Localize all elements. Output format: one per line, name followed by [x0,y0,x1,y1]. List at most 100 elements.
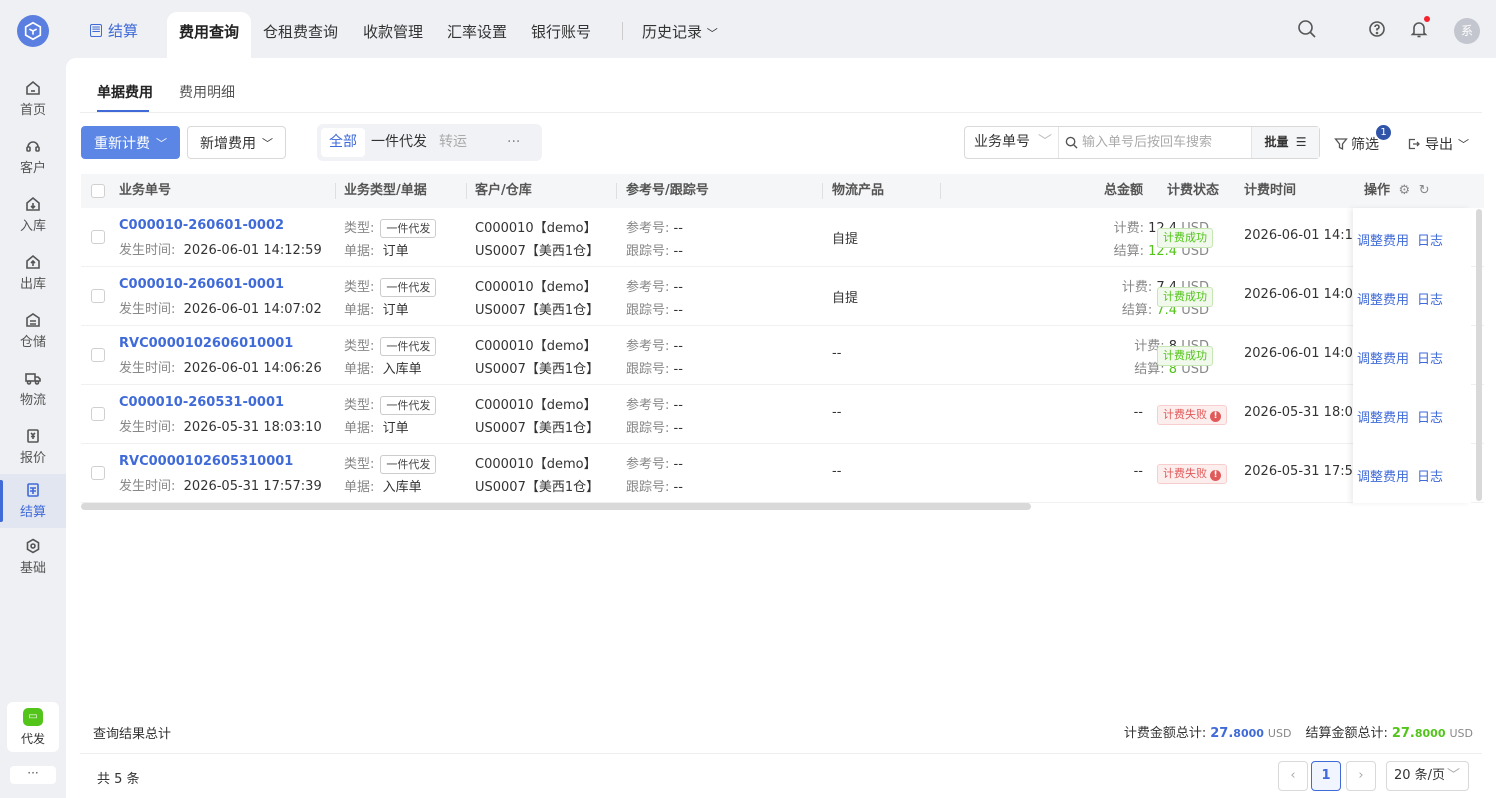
rail-item-outbound[interactable]: 出库 [0,246,66,300]
status-badge: 计费失败! [1157,464,1227,484]
rail-item-quote[interactable]: 报价 [0,420,66,474]
page-number-button[interactable]: 1 [1311,761,1341,791]
adjust-fee-link[interactable]: 调整费用 [1357,348,1409,367]
subtab-document-fees[interactable]: 单据费用 [97,82,153,102]
adjust-fee-link[interactable]: 调整费用 [1357,466,1409,485]
chevron-down-icon: ﹀ [262,136,273,150]
tab-fee-query[interactable]: 费用查询 [167,12,252,58]
tab-payment-management[interactable]: 收款管理 [363,12,423,58]
segment-dropship[interactable]: 一件代发 [363,128,435,157]
next-page-button[interactable]: › [1346,761,1376,791]
warehouse: US0007【美西1仓】 [475,480,600,495]
rail-item-home[interactable]: 首页 [0,72,66,126]
settle-total-value: 27.8000 [1391,726,1446,741]
rail-item-base[interactable]: 基础 [0,530,66,584]
fee-total-value: 27.8000 [1210,726,1264,741]
column-settings-icon[interactable]: ⚙ [1399,183,1411,198]
chevron-down-icon: ﹀ [156,136,167,150]
segment-transfer[interactable]: 转运 [431,128,475,157]
column-divider [822,183,823,199]
row-checkbox[interactable] [91,230,105,244]
document-type: 单据: 订单 [344,244,409,259]
refresh-icon[interactable]: ↻ [1419,183,1430,198]
order-number-link[interactable]: C000010-260601-0001 [119,277,284,292]
segment-all[interactable]: 全部 [321,128,365,157]
inbound-icon [26,196,40,211]
row-checkbox[interactable] [91,289,105,303]
adjust-fee-link[interactable]: 调整费用 [1357,230,1409,249]
tab-history[interactable]: 历史记录 ﹀ [642,12,718,58]
export-button[interactable]: 导出 ﹀ [1408,134,1469,154]
amount-empty: -- [1133,405,1143,420]
subtab-fee-details[interactable]: 费用明细 [179,82,235,102]
help-button[interactable] [1366,18,1388,40]
settlement-module-icon: ≡ [90,22,102,37]
box-icon: ▭ [23,707,43,726]
tracking-no: 跟踪号: -- [626,362,683,377]
business-type: 类型: 一件代发 [344,217,437,238]
rail-item-inbound[interactable]: 入库 [0,188,66,242]
page-size-select[interactable]: 20 条/页 ﹀ [1386,761,1469,791]
vertical-scrollbar[interactable] [1476,209,1482,501]
row-checkbox[interactable] [91,466,105,480]
occur-time: 发生时间: 2026-06-01 14:07:02 [119,302,322,317]
rail-more-button[interactable]: ··· [10,766,56,784]
log-link[interactable]: 日志 [1417,230,1443,249]
log-link[interactable]: 日志 [1417,348,1443,367]
tab-storage-fee-query[interactable]: 仓租费查询 [263,12,338,58]
customer: C000010【demo】 [475,221,597,236]
select-all-checkbox[interactable] [91,184,105,198]
segment-more[interactable]: ··· [499,128,528,157]
business-type: 类型: 一件代发 [344,335,437,356]
add-fee-button[interactable]: 新增费用 ﹀ [187,126,286,159]
adjust-fee-link[interactable]: 调整费用 [1357,289,1409,308]
rail-item-settlement[interactable]: 结算 [0,474,66,528]
amount-empty: -- [1133,464,1143,479]
business-type-segmented: 全部 一件代发 转运 ··· [317,124,542,161]
log-link[interactable]: 日志 [1417,407,1443,426]
col-charge-status: 计费状态 [1167,183,1220,198]
summary-totals: 计费金额总计: 27.8000 USD 结算金额总计: 27.8000 USD [1123,726,1473,741]
col-total-amount: 总金额 [1103,183,1143,198]
search-input[interactable]: 输入单号后按回车搜索 [1065,127,1245,158]
order-number-link[interactable]: C000010-260601-0002 [119,218,284,233]
app-logo[interactable] [17,15,49,47]
avatar[interactable]: 系 [1454,18,1480,44]
order-number-link[interactable]: RVC0000102606010001 [119,336,293,351]
batch-search-button[interactable]: 批量 ☰ [1251,127,1319,158]
horizontal-scrollbar[interactable] [81,503,1031,510]
adjust-fee-link[interactable]: 调整费用 [1357,407,1409,426]
footer-divider [80,753,1482,754]
reference-no: 参考号: -- [626,457,683,472]
module-indicator[interactable]: ≡ 结算 [90,20,138,41]
charge-status: 计费成功 [1157,228,1213,248]
customer: C000010【demo】 [475,280,597,295]
order-number-link[interactable]: RVC0000102605310001 [119,454,293,469]
charge-status: 计费失败! [1157,405,1227,425]
row-checkbox[interactable] [91,407,105,421]
rail-item-warehouse[interactable]: 仓储 [0,304,66,358]
search-type-select[interactable]: 业务单号 ﹀ [965,127,1059,158]
row-checkbox[interactable] [91,348,105,362]
logo-icon [24,21,42,41]
business-type: 类型: 一件代发 [344,394,437,415]
tab-divider [622,22,623,40]
search-button[interactable] [1296,18,1318,40]
log-link[interactable]: 日志 [1417,289,1443,308]
order-number-link[interactable]: C000010-260531-0001 [119,395,284,410]
notification-button[interactable] [1408,16,1430,40]
rail-daifa-shortcut[interactable]: ▭ 代发 [7,702,59,752]
tab-bank-account[interactable]: 银行账号 [531,12,591,58]
col-customer-warehouse: 客户/仓库 [475,183,532,198]
status-badge: 计费成功 [1157,287,1213,307]
filter-button[interactable]: 筛选 [1334,134,1379,154]
rail-item-customer[interactable]: 客户 [0,130,66,184]
reference-no: 参考号: -- [626,221,683,236]
prev-page-button[interactable]: ‹ [1278,761,1308,791]
help-icon [1369,21,1385,37]
rail-item-logistics[interactable]: 物流 [0,362,66,416]
recalculate-button[interactable]: 重新计费 ﹀ [81,126,180,159]
log-link[interactable]: 日志 [1417,466,1443,485]
tab-exchange-rate[interactable]: 汇率设置 [447,12,507,58]
column-divider [616,183,617,199]
